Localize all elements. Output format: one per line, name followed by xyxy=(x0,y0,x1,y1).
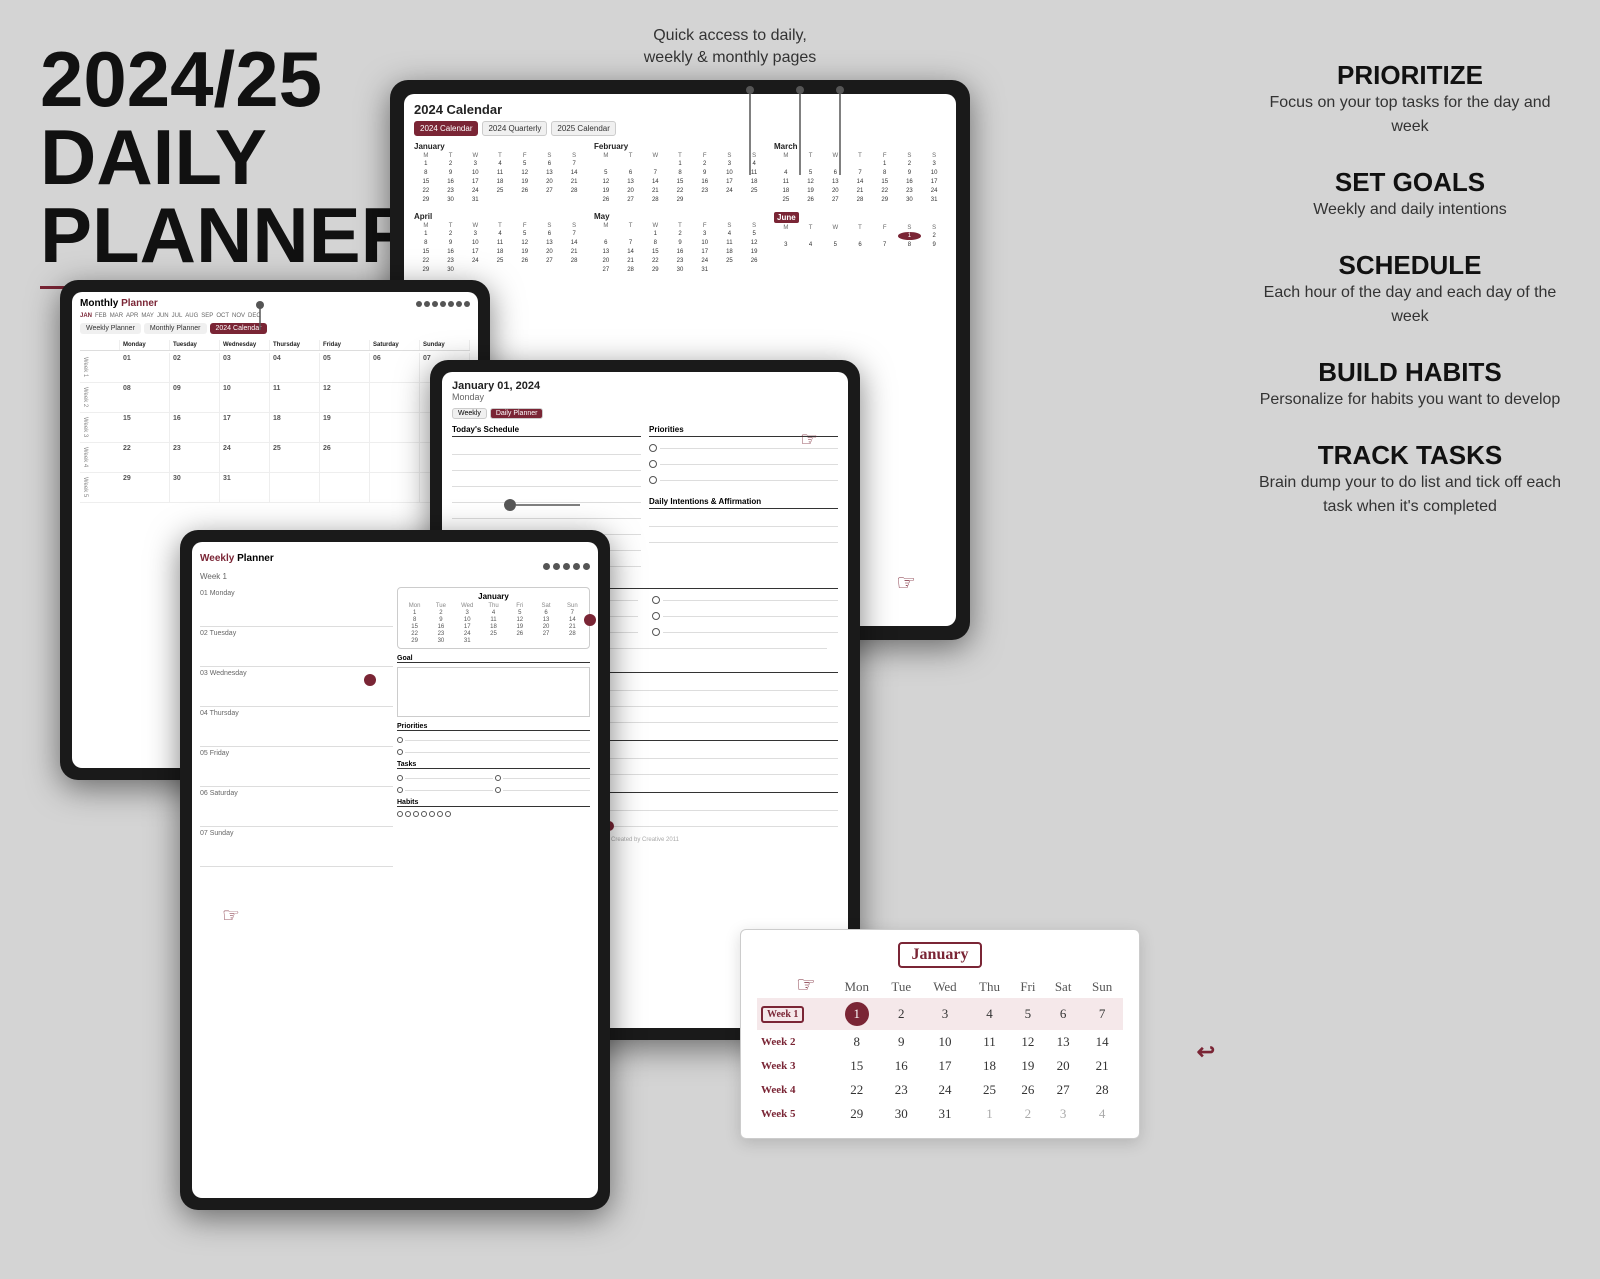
jump-week-3: Week 3 15161718192021 xyxy=(757,1054,1123,1078)
cal-month-april: April MTWTFSS 1234567 891011121314 15161… xyxy=(414,212,586,274)
weekly-day-thursday: 04 Thursday xyxy=(200,707,393,747)
monthly-nav-calendar[interactable]: 2024 Calendar xyxy=(210,323,268,334)
weekly-week-label: Week 1 xyxy=(200,572,227,581)
daily-nav: Weekly Daily Planner xyxy=(452,408,838,419)
weekly-days-column: 01 Monday 02 Tuesday 03 Wednesday 04 Thu… xyxy=(200,587,393,867)
feature-schedule-title: SCHEDULE xyxy=(1250,250,1570,281)
jump-month-name: January xyxy=(898,942,983,968)
weekly-right-column: January MonTueWedThuFriSatSun 1234567 89… xyxy=(397,587,590,867)
feature-prioritize-desc: Focus on your top tasks for the day and … xyxy=(1250,91,1570,139)
jump-week-1: Week 1 1 234567 xyxy=(757,998,1123,1030)
weekly-icons xyxy=(543,563,590,570)
calendar-title: 2024 Calendar xyxy=(414,102,946,117)
calendar-content: 2024 Calendar 2024 Calendar 2024 Quarter… xyxy=(404,94,956,282)
feature-set-goals: SET GOALS Weekly and daily intentions xyxy=(1250,167,1570,222)
daily-header: January 01, 2024 Monday xyxy=(452,380,838,402)
jump-calendar-box: January ☞ Mon Tue Wed Thu Fri Sat Sun We… xyxy=(740,929,1140,1139)
weekly-content: Weekly Planner Week 1 0 xyxy=(192,542,598,873)
weekly-goal-title: Goal xyxy=(397,655,590,663)
hand-cursor-jump: ☞ xyxy=(796,972,816,998)
weekly-mini-calendar: January MonTueWedThuFriSatSun 1234567 89… xyxy=(397,587,590,649)
monthly-grid-header: Monday Tuesday Wednesday Thursday Friday… xyxy=(80,340,470,351)
cal-month-june: June MTWTFSS 12 3456789 xyxy=(774,212,946,274)
weekly-title-area: Weekly Planner Week 1 xyxy=(200,548,274,584)
feature-track-tasks: TRACK TASKS Brain dump your to do list a… xyxy=(1250,440,1570,519)
feature-build-habits: BUILD HABITS Personalize for habits you … xyxy=(1250,357,1570,412)
feature-build-habits-title: BUILD HABITS xyxy=(1250,357,1570,388)
cal-month-may: May MTWTFSS 12345 6789101112 13141516171… xyxy=(594,212,766,274)
daily-nav-daily[interactable]: Daily Planner xyxy=(490,408,544,419)
features-panel: PRIORITIZE Focus on your top tasks for t… xyxy=(1220,40,1600,567)
weekly-tasks-title: Tasks xyxy=(397,761,590,769)
jump-week-2: Week 2 891011121314 xyxy=(757,1030,1123,1054)
monthly-nav-weekly[interactable]: Weekly Planner xyxy=(80,323,141,334)
cal-nav-btn-2024[interactable]: 2024 Calendar xyxy=(414,121,478,136)
weekly-goal-box xyxy=(397,667,590,717)
monthly-content: Monthly Planner JAN FEBMARAPRMAYJUNJUL xyxy=(72,292,478,509)
cal-month-january: January MTWTFSS 1234567 891011121314 151… xyxy=(414,142,586,204)
weekly-day-tuesday: 02 Tuesday xyxy=(200,627,393,667)
monthly-icons xyxy=(416,301,470,307)
weekly-body: 01 Monday 02 Tuesday 03 Wednesday 04 Thu… xyxy=(200,587,590,867)
weekly-day-friday: 05 Friday xyxy=(200,747,393,787)
cal-month-february: February MTWTFSS 1234 567891011 12131415… xyxy=(594,142,766,204)
daily-date: January 01, 2024 xyxy=(452,380,838,392)
jump-month-row: January xyxy=(757,942,1123,968)
jump-table-body: Week 1 1 234567 Week 2 891011121314 Week… xyxy=(757,998,1123,1126)
feature-track-tasks-desc: Brain dump your to do list and tick off … xyxy=(1250,471,1570,519)
right-arrow-icon: ↩ xyxy=(1197,1039,1215,1065)
calendar-nav: 2024 Calendar 2024 Quarterly 2025 Calend… xyxy=(414,121,946,136)
weekly-day-wednesday: 03 Wednesday xyxy=(200,667,393,707)
feature-prioritize-title: PRIORITIZE xyxy=(1250,60,1570,91)
cal-month-march: March MTWTFSS 123 45678910 1112131415161… xyxy=(774,142,946,204)
feature-schedule: SCHEDULE Each hour of the day and each d… xyxy=(1250,250,1570,329)
jump-calendar-table: Mon Tue Wed Thu Fri Sat Sun Week 1 1 234… xyxy=(757,976,1123,1126)
hand-cursor-weekly: ☞ xyxy=(222,903,240,928)
feature-track-tasks-title: TRACK TASKS xyxy=(1250,440,1570,471)
daily-intentions-title: Daily Intentions & Affirmation xyxy=(649,497,838,509)
jump-week-5: Week 5 293031 1234 xyxy=(757,1102,1123,1126)
hand-cursor-daily: ☞ xyxy=(800,427,818,452)
feature-set-goals-title: SET GOALS xyxy=(1250,167,1570,198)
weekly-day-monday: 01 Monday xyxy=(200,587,393,627)
monthly-row-1: Week 1 01 02 03 04 05 06 07 xyxy=(80,353,470,383)
feature-build-habits-desc: Personalize for habits you want to devel… xyxy=(1250,388,1570,412)
cal-nav-btn-2025[interactable]: 2025 Calendar xyxy=(551,121,615,136)
feature-prioritize: PRIORITIZE Focus on your top tasks for t… xyxy=(1250,60,1570,139)
daily-day: Monday xyxy=(452,392,838,402)
cal-nav-btn-2024-alt[interactable]: 2024 Quarterly xyxy=(482,121,547,136)
feature-set-goals-desc: Weekly and daily intentions xyxy=(1250,198,1570,222)
daily-nav-weekly[interactable]: Weekly xyxy=(452,408,487,419)
daily-schedule-title: Today's Schedule xyxy=(452,425,641,437)
weekly-habits-dots xyxy=(397,811,590,817)
feature-schedule-desc: Each hour of the day and each day of the… xyxy=(1250,281,1570,329)
monthly-nav-monthly[interactable]: Monthly Planner xyxy=(144,323,207,334)
weekly-priorities-title: Priorities xyxy=(397,723,590,731)
jump-week-4: Week 4 22232425262728 xyxy=(757,1078,1123,1102)
monthly-title: Monthly Planner xyxy=(80,298,158,309)
monthly-row-3: Week 3 15 16 17 18 19 xyxy=(80,413,470,443)
hand-cursor-calendar: ☞ xyxy=(896,570,916,596)
monthly-header: Monthly Planner xyxy=(80,298,470,309)
monthly-row-2: Week 2 08 09 10 11 12 xyxy=(80,383,470,413)
monthly-row-5: Week 5 29 30 31 xyxy=(80,473,470,503)
calendar-months-grid: January MTWTFSS 1234567 891011121314 151… xyxy=(414,142,946,274)
weekly-header: Weekly Planner Week 1 xyxy=(200,548,590,584)
monthly-row-4: Week 4 22 23 24 25 26 xyxy=(80,443,470,473)
weekly-habits-title: Habits xyxy=(397,799,590,807)
weekly-screen: Weekly Planner Week 1 0 xyxy=(192,542,598,1198)
monthly-nav-btns: Weekly Planner Monthly Planner 2024 Cale… xyxy=(80,323,470,334)
weekly-day-saturday: 06 Saturday xyxy=(200,787,393,827)
monthly-months-row: JAN FEBMARAPRMAYJUNJULAUGSEPOCTNOVDEC xyxy=(80,313,470,319)
jump-box-container: QUICKLY JUMP TO ANY DAYOR WEEK OF THE MO… xyxy=(780,969,1180,1219)
tablet-weekly: Weekly Planner Week 1 0 xyxy=(180,530,610,1210)
weekly-day-sunday: 07 Sunday xyxy=(200,827,393,867)
